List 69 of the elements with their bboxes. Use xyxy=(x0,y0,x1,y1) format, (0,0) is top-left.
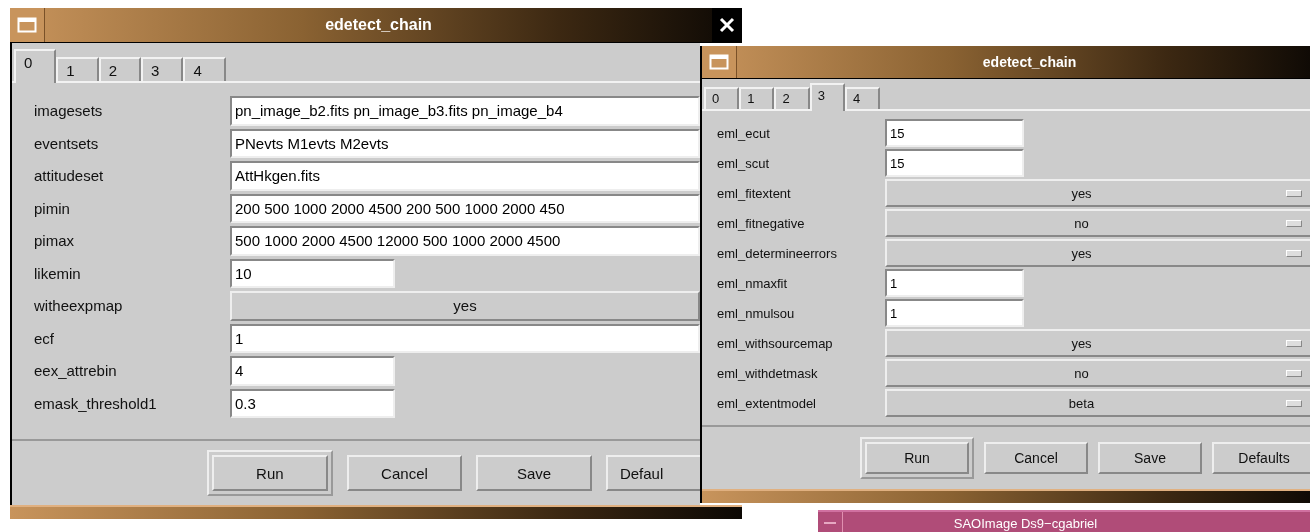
input-field[interactable]: 15 xyxy=(885,119,1024,147)
parameter-label: witheexpmap xyxy=(34,297,124,315)
window-title: SAOImage Ds9−cgabriel xyxy=(952,515,1099,531)
input-field[interactable]: 1 xyxy=(230,323,700,353)
parameter-label: eventsets xyxy=(34,134,100,152)
option-menu[interactable]: no xyxy=(885,359,1310,387)
input-field[interactable]: 1 xyxy=(885,269,1024,297)
parameter-label: imagesets xyxy=(34,102,104,120)
input-field[interactable]: PNevts M1evts M2evts xyxy=(230,128,700,158)
window-menu-icon[interactable] xyxy=(17,17,37,33)
tab[interactable]: 4 xyxy=(183,57,226,81)
parameter-label: eml_nmulsou xyxy=(717,305,796,321)
window-title: edetect_chain xyxy=(981,54,1078,70)
option-indicator-icon xyxy=(1286,189,1302,197)
input-field[interactable]: 500 1000 2000 4500 12000 500 1000 2000 4500 xyxy=(230,226,700,256)
close-icon[interactable] xyxy=(719,17,735,33)
parameter-label: eml_ecut xyxy=(717,125,771,141)
option-menu[interactable]: beta xyxy=(885,389,1310,417)
input-field[interactable]: 0.3 xyxy=(230,388,395,418)
parameter-label: eml_fitextent xyxy=(717,185,792,201)
input-field[interactable]: 15 xyxy=(885,149,1024,177)
option-menu[interactable]: yes xyxy=(230,291,700,321)
input-field[interactable]: pn_image_b2.fits pn_image_b3.fits pn_image_b4 xyxy=(230,96,700,126)
option-indicator-icon xyxy=(1286,399,1302,407)
tab[interactable]: 1 xyxy=(56,57,99,81)
option-menu[interactable]: yes xyxy=(885,179,1310,207)
parameter-label: eml_nmaxfit xyxy=(717,275,789,291)
input-field[interactable]: 4 xyxy=(230,356,395,386)
tab[interactable]: 2 xyxy=(98,57,142,81)
input-field[interactable]: 1 xyxy=(885,299,1024,327)
option-menu[interactable]: yes xyxy=(885,239,1310,267)
parameter-label: eml_withdetmask xyxy=(717,365,819,381)
parameter-label: eml_scut xyxy=(717,155,771,171)
parameter-label: eex_attrebin xyxy=(34,362,118,380)
dialog-button[interactable]: Defaul xyxy=(605,455,700,491)
parameter-label: likemin xyxy=(34,264,82,282)
tab[interactable]: 1 xyxy=(739,87,775,109)
parameter-label: pimax xyxy=(34,232,75,250)
tab[interactable]: 3 xyxy=(809,83,845,111)
parameter-label: emask_threshold1 xyxy=(34,394,158,412)
parameter-label: pimin xyxy=(34,199,71,217)
option-indicator-icon xyxy=(1286,369,1302,377)
window-title: edetect_chain xyxy=(324,16,433,34)
tab[interactable]: 4 xyxy=(844,87,881,109)
dialog-button[interactable]: Run xyxy=(207,450,333,496)
input-field[interactable]: AttHkgen.fits xyxy=(230,161,700,191)
tab[interactable]: 0 xyxy=(14,49,57,83)
dialog-button[interactable]: Defaults xyxy=(1212,442,1310,474)
tab[interactable]: 3 xyxy=(141,57,184,81)
tab[interactable]: 0 xyxy=(704,87,740,109)
option-menu[interactable]: yes xyxy=(885,329,1310,357)
input-field[interactable]: 10 xyxy=(230,258,395,288)
parameter-label: ecf xyxy=(34,329,55,347)
parameter-label: attitudeset xyxy=(34,167,105,185)
option-menu[interactable]: no xyxy=(885,209,1310,237)
option-indicator-icon xyxy=(1286,339,1302,347)
option-indicator-icon xyxy=(1286,249,1302,257)
dialog-button[interactable]: Save xyxy=(476,455,592,491)
window-menu-icon[interactable] xyxy=(709,54,729,70)
dialog-button[interactable]: Cancel xyxy=(984,442,1088,474)
dialog-button[interactable]: Run xyxy=(860,437,974,479)
parameter-label: eml_determineerrors xyxy=(717,245,838,261)
dialog-button[interactable]: Cancel xyxy=(346,455,463,491)
input-field[interactable]: 200 500 1000 2000 4500 200 500 1000 2000 450 xyxy=(230,193,700,223)
option-indicator-icon xyxy=(1286,219,1302,227)
parameter-label: eml_withsourcemap xyxy=(717,335,834,351)
parameter-label: eml_extentmodel xyxy=(717,395,817,411)
parameter-label: eml_fitnegative xyxy=(717,215,806,231)
dialog-button[interactable]: Save xyxy=(1098,442,1202,474)
